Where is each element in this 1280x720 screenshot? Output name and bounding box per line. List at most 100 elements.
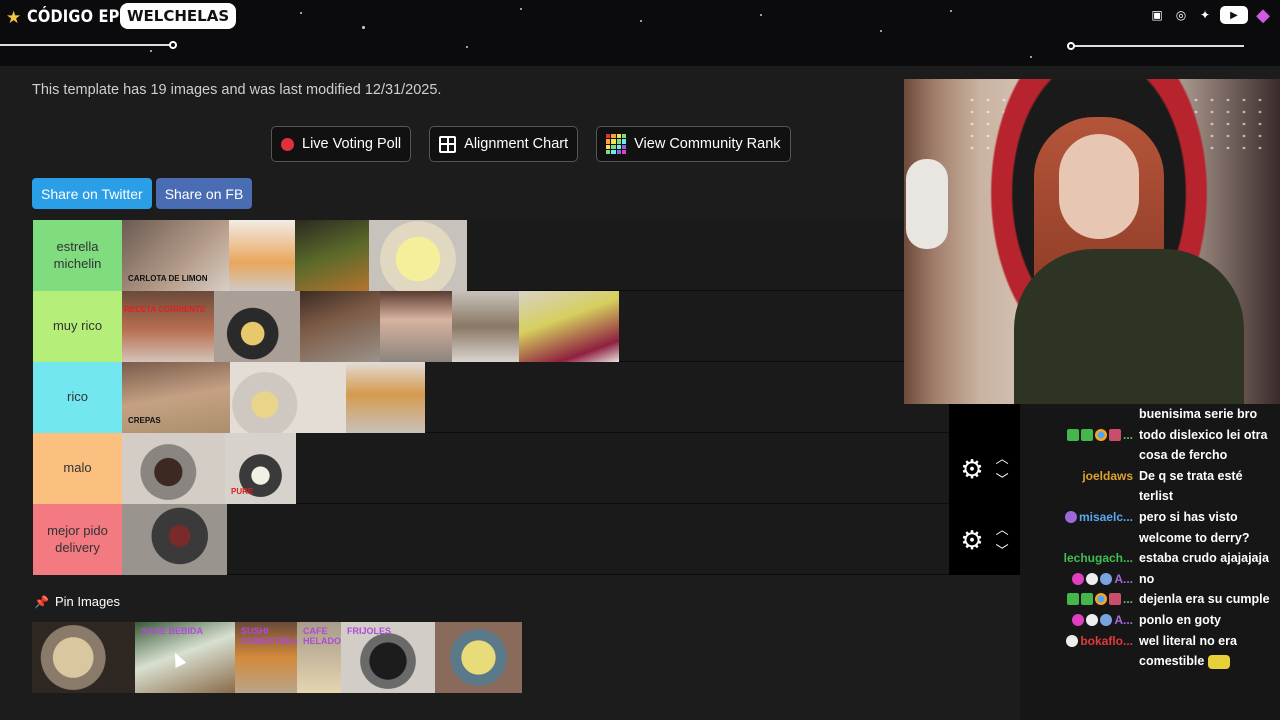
chat-author[interactable]	[1020, 404, 1139, 425]
chat-username: bokaflo...	[1080, 633, 1133, 648]
chat-text: todo dislexico lei otra cosa de fercho	[1139, 427, 1268, 463]
tier-row: estrella michelin CARLOTA DE LIMON	[33, 220, 1020, 291]
tier-row: muy rico RECETA CORRIENTE	[33, 291, 1020, 362]
chat-badge-icon	[1086, 572, 1099, 585]
deco-dot	[1067, 42, 1075, 50]
gear-icon[interactable]: ⚙	[960, 527, 983, 553]
image-caption: CARLOTA DE LIMON	[128, 274, 208, 283]
chat-badge-icon	[1094, 428, 1107, 441]
tier-image[interactable]: CREPAS	[122, 362, 230, 433]
chat-message: misaelc... pero si has visto welcome to d…	[1020, 507, 1280, 548]
tier-table: estrella michelin CARLOTA DE LIMON muy ric…	[33, 220, 1020, 575]
chat-username: joeldaws	[1082, 468, 1133, 483]
chat-username: A...	[1114, 571, 1133, 586]
tier-image[interactable]	[346, 362, 425, 433]
record-dot-icon	[281, 137, 294, 151]
social-icons: ▣ ◎ ✦ ▶ ◆	[1148, 5, 1272, 25]
chat-badge-icon	[1100, 572, 1113, 585]
chat-badge-icon	[1064, 510, 1077, 523]
tier-items: CARLOTA DE LIMON	[122, 220, 467, 291]
chat-username: ...	[1122, 427, 1133, 442]
button-label: View Community Rank	[634, 136, 781, 152]
youtube-icon: ▶	[1220, 6, 1248, 24]
gear-icon[interactable]: ⚙	[960, 456, 983, 482]
tier-image[interactable]: CARLOTA DE LIMON	[122, 220, 229, 291]
chat-author[interactable]: A...	[1020, 610, 1139, 631]
tier-image[interactable]	[295, 220, 369, 291]
chat-badge-icon	[1072, 572, 1085, 585]
tier-items: RECETA CORRIENTE	[122, 291, 619, 362]
chat-author[interactable]: ...	[1020, 589, 1139, 610]
tier-image[interactable]: CAFE HELADO	[297, 622, 341, 693]
chat-author[interactable]: A...	[1020, 569, 1139, 590]
tier-image[interactable]	[229, 220, 295, 291]
tier-image[interactable]	[435, 622, 522, 693]
channel-name: WELCHELAS	[120, 3, 237, 29]
chat-badge-icon	[1086, 613, 1099, 626]
chat-badge-icon	[1108, 428, 1121, 441]
chat-author[interactable]: joeldaws	[1020, 466, 1139, 507]
tier-image[interactable]: RECETA CORRIENTE	[122, 291, 214, 362]
image-caption: CREPAS	[128, 416, 161, 425]
chevron-up-icon[interactable]: ︿	[996, 523, 1009, 536]
tier-label[interactable]: malo	[33, 433, 122, 504]
tier-row: ricoCREPAS⚙﹀	[33, 354, 1020, 433]
tier-image[interactable]	[214, 291, 300, 362]
button-label: Live Voting Poll	[302, 136, 402, 152]
tier-row: malo PURE ⚙ ︿ ﹀	[33, 433, 1020, 504]
chevron-up-icon[interactable]: ︿	[996, 452, 1009, 465]
tier-image[interactable]	[230, 362, 346, 433]
image-caption: SAKE BEBIDA	[141, 626, 204, 636]
chevron-down-icon[interactable]: ﹀	[996, 473, 1009, 486]
tier-image[interactable]	[32, 622, 135, 693]
tier-image[interactable]	[300, 291, 380, 362]
chat-author[interactable]: lechugach...	[1020, 548, 1139, 569]
tier-image[interactable]: FRIJOLES	[341, 622, 435, 693]
tier-controls: ⚙ ︿ ﹀	[949, 433, 1020, 504]
chat-message: bokaflo... wel literal no era comestible	[1020, 631, 1280, 672]
image-caption: PURE	[231, 487, 254, 496]
view-community-rank-button[interactable]: View Community Rank	[596, 126, 791, 162]
tier-label[interactable]: rico	[33, 362, 122, 433]
share-twitter-button[interactable]: Share on Twitter	[32, 178, 152, 209]
alignment-chart-button[interactable]: Alignment Chart	[429, 126, 579, 162]
image-caption: CAFE HELADO	[303, 626, 341, 646]
chat-message: joeldaws De q se trata esté terlist	[1020, 466, 1280, 507]
chevron-down-icon[interactable]: ﹀	[996, 544, 1009, 557]
chat-author[interactable]: misaelc...	[1020, 507, 1139, 548]
live-voting-poll-button[interactable]: Live Voting Poll	[271, 126, 412, 162]
tier-image[interactable]: SUSHI COMESTIBLE	[235, 622, 297, 693]
chat-message: buenisima serie bro	[1020, 404, 1280, 425]
chat-author[interactable]: ...	[1020, 425, 1139, 466]
pin-images-toggle[interactable]: 📌 Pin Images	[34, 594, 120, 609]
tier-items: CREPAS	[122, 362, 425, 433]
tier-label[interactable]: muy rico	[33, 291, 122, 362]
stream-overlay-bar: ★ CÓDIGO EPIC WELCHELAS ▣ ◎ ✦ ▶ ◆	[0, 0, 1280, 66]
twitch-icon: ▣	[1151, 8, 1163, 22]
chat-text: no	[1139, 571, 1155, 586]
chat-message: A... ponlo en goty	[1020, 610, 1280, 631]
tier-image[interactable]	[380, 291, 452, 362]
instagram-icon: ◎	[1175, 8, 1187, 22]
stream-chat: buenisima serie bro... todo dislexico lei…	[1020, 404, 1280, 720]
tier-image[interactable]	[369, 220, 467, 291]
chat-author[interactable]: bokaflo...	[1020, 631, 1139, 672]
tier-label[interactable]: mejor pido delivery	[33, 504, 122, 575]
move-arrows: ︿ ﹀	[996, 452, 1009, 486]
tier-image[interactable]	[519, 291, 619, 362]
tier-image[interactable]	[122, 504, 227, 575]
tier-image[interactable]	[122, 433, 225, 504]
tier-image[interactable]: SAKE BEBIDA	[135, 622, 235, 693]
image-caption: RECETA CORRIENTE	[124, 305, 206, 314]
tier-image[interactable]	[452, 291, 519, 362]
tier-label[interactable]: estrella michelin	[33, 220, 122, 291]
emote-icon	[1207, 654, 1230, 669]
tier-grid-icon	[606, 134, 627, 154]
share-facebook-button[interactable]: Share on FB	[155, 178, 253, 209]
tier-image[interactable]: PURE	[225, 433, 296, 504]
button-label: Alignment Chart	[464, 136, 569, 152]
chat-badge-icon	[1072, 613, 1085, 626]
chat-message: ... dejenla era su cumple	[1020, 589, 1280, 610]
chat-text: De q se trata esté terlist	[1139, 468, 1243, 504]
chat-text: wel literal no era comestible	[1139, 633, 1237, 669]
